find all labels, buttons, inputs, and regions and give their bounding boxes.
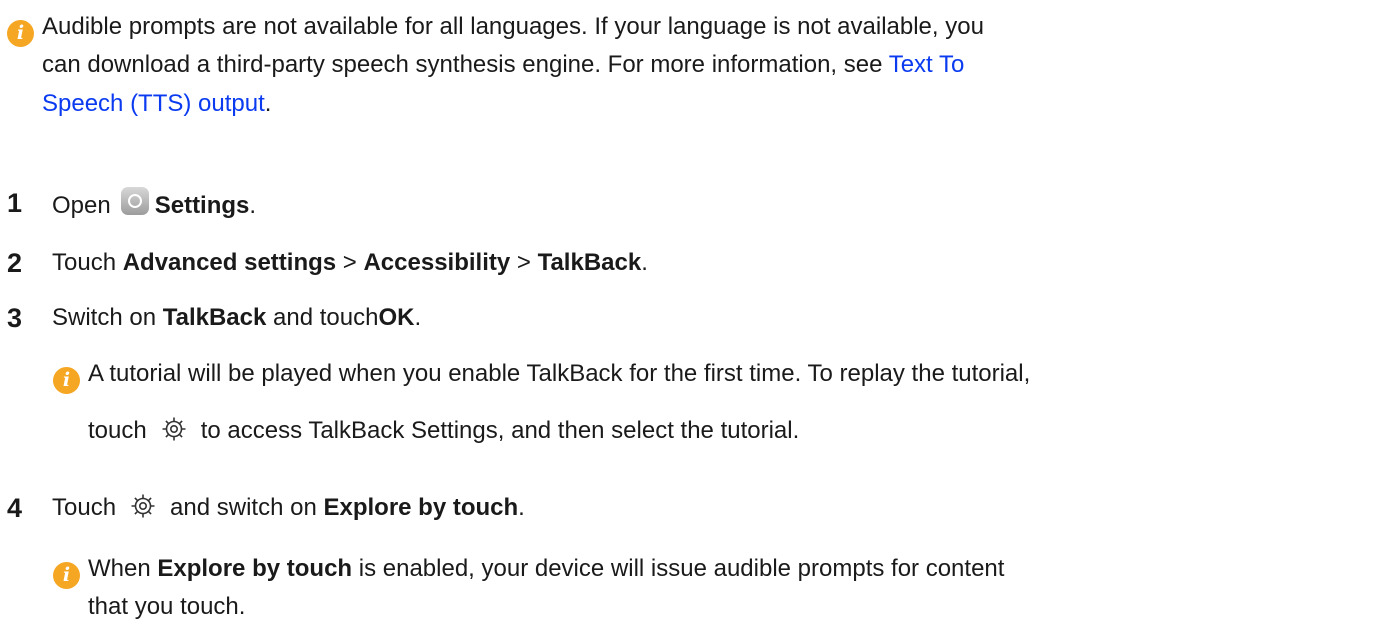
intro-note-line1: Audible prompts are not available for al…: [42, 13, 984, 40]
step-4-middle: and switch on: [170, 494, 324, 521]
step-3-prefix: Switch on: [52, 304, 163, 331]
step-3-note-line2: touch to access TalkBack Settings, and th…: [88, 412, 1030, 450]
step-4-note-line1-suffix: is enabled, your device will issue audib…: [352, 555, 1005, 582]
info-icon: i: [53, 562, 80, 589]
step-3-middle: and touch: [266, 304, 379, 331]
tts-link-part2[interactable]: Speech (TTS) output: [42, 90, 265, 117]
step-1-suffix: .: [249, 192, 257, 219]
step-4-suffix: .: [518, 494, 525, 521]
step-4-prefix: Touch: [52, 494, 117, 521]
step-1-text: Open Settings.: [52, 187, 256, 222]
step-3-ok: OK: [378, 304, 415, 331]
step-4-note-line1: When Explore by touch is enabled, your d…: [88, 550, 1004, 588]
step-2-sep2: >: [510, 249, 538, 276]
step-number-2: 2: [7, 248, 23, 278]
tts-link-part1[interactable]: Text To: [889, 51, 965, 78]
step-3-note-line1: A tutorial will be played when you enabl…: [88, 360, 1031, 387]
step-3-note-line2-suffix: to access TalkBack Settings, and then se…: [200, 417, 800, 445]
step-2-suffix: .: [641, 249, 648, 276]
step-3-suffix: .: [414, 304, 422, 331]
intro-note-line2: can download a third-party speech synthe…: [42, 46, 984, 84]
step-4-note-line2: that you touch.: [88, 593, 246, 621]
step-4-note-prefix: When: [88, 555, 158, 582]
step-1-prefix: Open: [52, 192, 111, 219]
step-3-text: Switch on TalkBack and touchOK.: [52, 302, 421, 334]
step-number-4: 4: [7, 493, 23, 523]
step-number-3: 3: [7, 303, 23, 333]
info-icon: i: [53, 367, 80, 394]
info-icon: i: [7, 20, 34, 47]
gear-icon: [162, 417, 186, 441]
step-3-note: A tutorial will be played when you enabl…: [88, 355, 1030, 451]
step-2-accessibility: Accessibility: [363, 249, 511, 276]
step-3-talkback: TalkBack: [162, 304, 267, 331]
gear-icon: [131, 494, 155, 518]
step-2-text: Touch Advanced settings > Accessibility …: [52, 247, 648, 279]
intro-note-line3-suffix: .: [264, 89, 272, 117]
step-1-settings: Settings: [154, 192, 250, 219]
step-4-note-explore-by-touch: Explore by touch: [157, 555, 353, 582]
step-4-note: When Explore by touch is enabled, your d…: [88, 550, 1004, 627]
step-2-sep1: >: [336, 249, 364, 276]
intro-note-line3: Speech (TTS) output.: [42, 85, 984, 123]
step-3-note-line2-prefix: touch: [88, 417, 147, 445]
intro-note-line2-text: can download a third-party speech synthe…: [42, 51, 889, 79]
settings-app-icon: [120, 187, 149, 215]
step-2-advanced-settings: Advanced settings: [122, 249, 337, 276]
step-2-prefix: Touch: [52, 249, 123, 276]
step-4-text: Touch and switch on Explore by touch.: [52, 492, 525, 524]
step-number-1: 1: [7, 188, 23, 218]
step-2-talkback: TalkBack: [537, 249, 642, 276]
step-4-explore-by-touch: Explore by touch: [323, 494, 519, 521]
intro-note: Audible prompts are not available for al…: [42, 8, 984, 123]
